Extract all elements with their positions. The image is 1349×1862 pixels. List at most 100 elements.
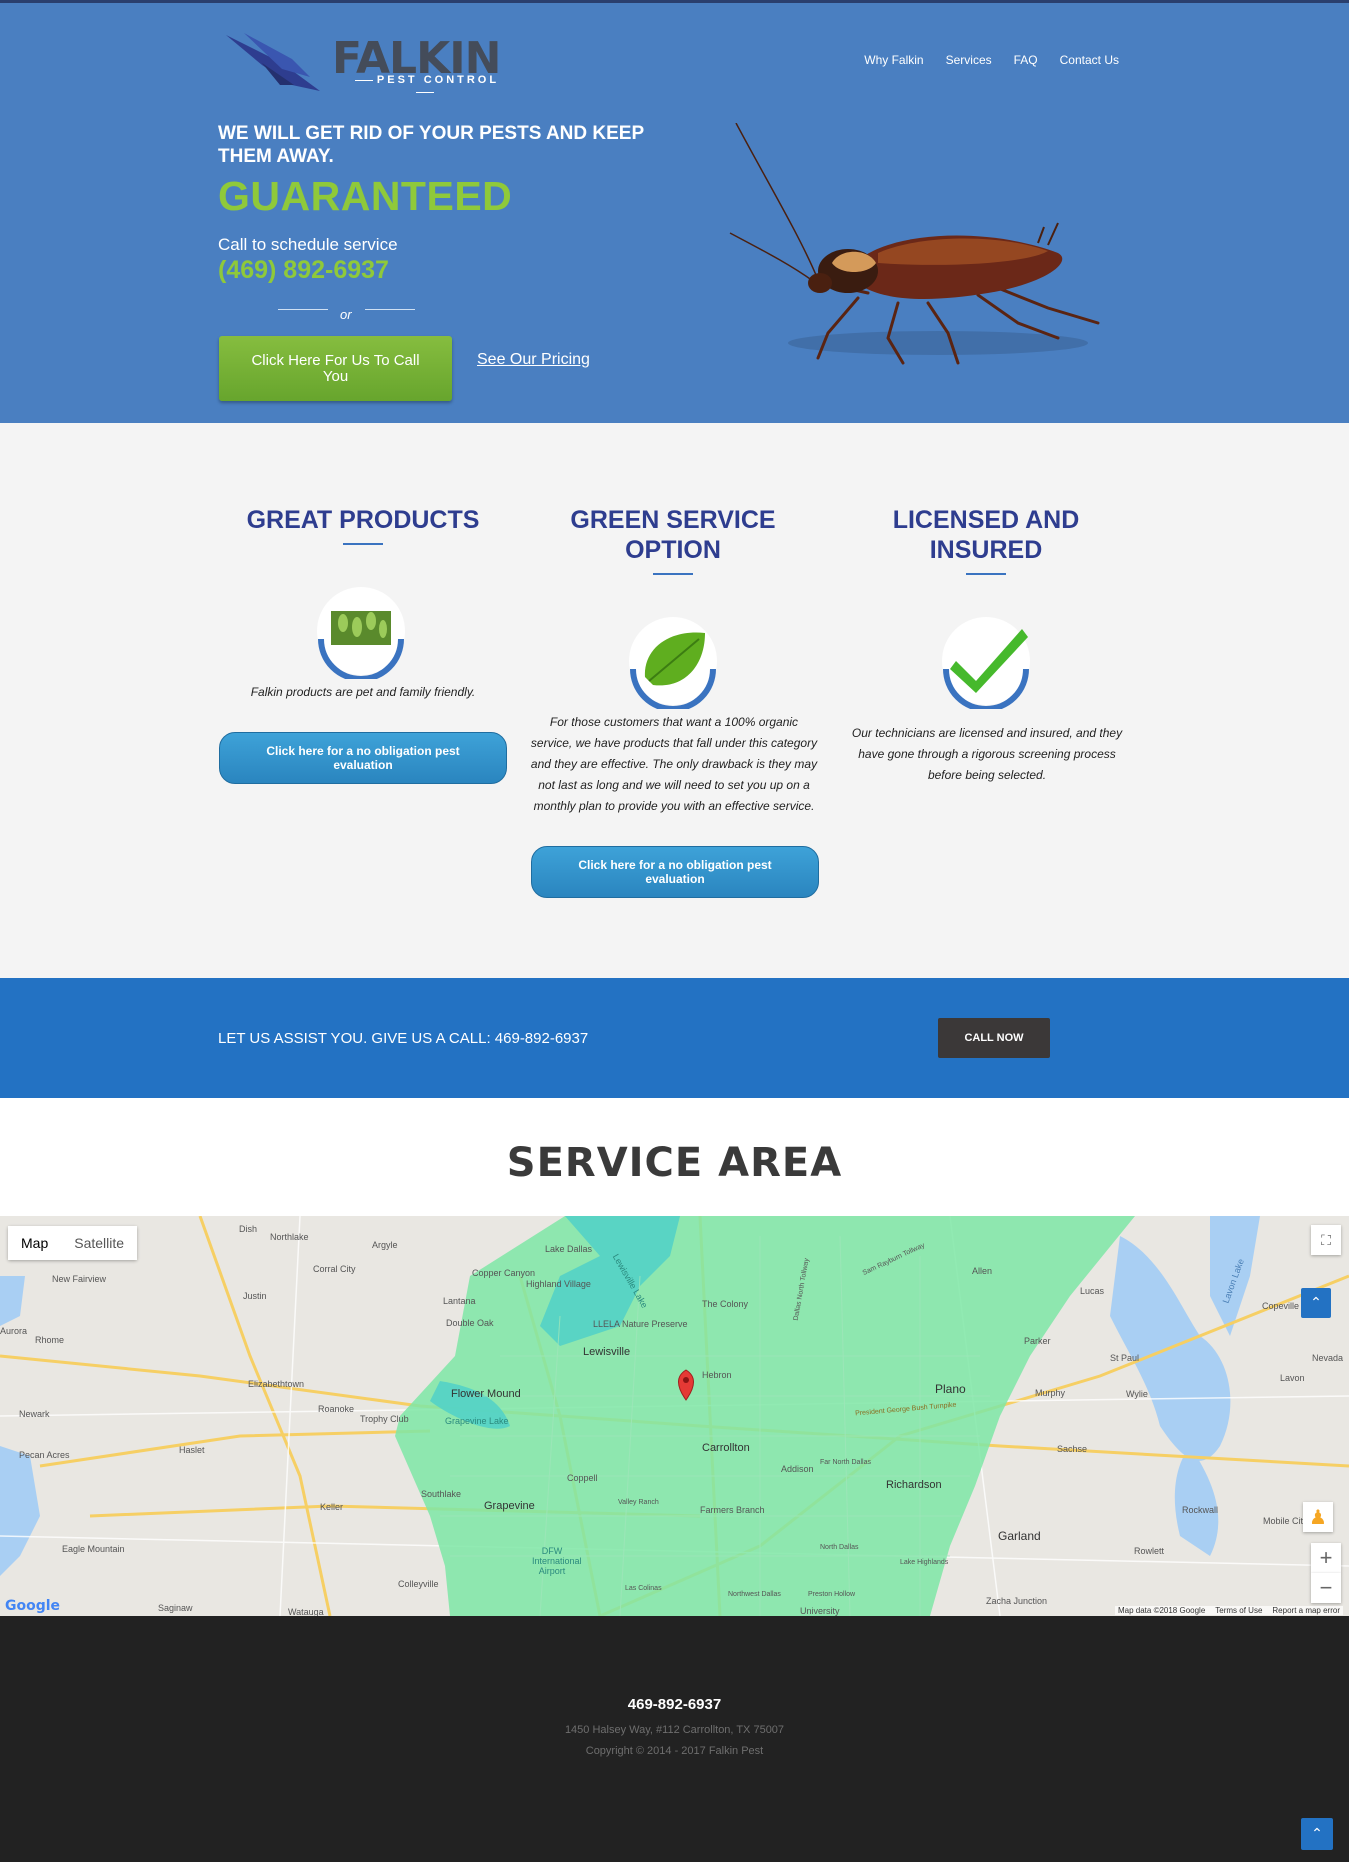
- map-place: Wylie: [1126, 1389, 1148, 1399]
- divider-right: [365, 309, 415, 310]
- map-place: Rowlett: [1134, 1546, 1165, 1556]
- cta-text: LET US ASSIST YOU. GIVE US A CALL: 469-8…: [218, 1030, 589, 1047]
- falkin-logo[interactable]: FALKIN PEST CONTROL: [222, 29, 502, 99]
- map-place: Copeville: [1262, 1301, 1300, 1311]
- map-place: Nevada: [1312, 1353, 1344, 1363]
- site-footer: 469-892-6937 1450 Halsey Way, #112 Carro…: [0, 1616, 1349, 1862]
- map-place: Addison: [781, 1464, 814, 1474]
- street-view-pegman-icon[interactable]: ♟: [1303, 1502, 1333, 1532]
- pest-evaluation-button[interactable]: Click here for a no obligation pest eval…: [219, 732, 507, 784]
- feature-description: For those customers that want a 100% org…: [530, 715, 818, 813]
- map-place: Carrollton: [702, 1442, 750, 1454]
- map-place: DFW International Airport: [532, 1546, 582, 1576]
- call-now-button[interactable]: CALL NOW: [938, 1018, 1050, 1058]
- map-place: Sachse: [1057, 1444, 1088, 1454]
- map-place: Mobile City: [1263, 1516, 1308, 1526]
- or-separator: or: [340, 307, 352, 322]
- map-place: Richardson: [886, 1479, 942, 1491]
- footer-phone[interactable]: 469-892-6937: [0, 1696, 1349, 1713]
- map-place: Lucas: [1080, 1286, 1105, 1296]
- map-place: Newark: [19, 1409, 50, 1419]
- map-place: Southlake: [421, 1489, 462, 1499]
- map-place: The Colony: [702, 1299, 749, 1309]
- map-place: Valley Ranch: [618, 1499, 659, 1506]
- map-place: Elizabethtown: [248, 1379, 305, 1389]
- feature-description: Our technicians are licensed and insured…: [851, 726, 1123, 782]
- hero-section: FALKIN PEST CONTROL Why Falkin Services …: [0, 0, 1349, 423]
- map-place: Rockwall: [1182, 1505, 1219, 1515]
- hero-headline: We will get rid of your pests and keep t…: [218, 123, 644, 167]
- map-place: Haslet: [179, 1445, 205, 1455]
- map-place: LLELA Nature Preserve: [593, 1319, 688, 1329]
- map-place: Aurora: [0, 1326, 28, 1336]
- map-place: Eagle Mountain: [62, 1544, 125, 1554]
- map-place: Lake Highlands: [900, 1559, 949, 1566]
- call-me-button[interactable]: Click Here For Us To Call You: [219, 336, 452, 401]
- map-place: Northlake: [270, 1232, 309, 1242]
- nav-faq[interactable]: FAQ: [1014, 53, 1038, 67]
- map-place: Lake Dallas: [545, 1244, 593, 1254]
- map-place: Copper Canyon: [472, 1268, 536, 1278]
- title-divider: [966, 573, 1006, 575]
- map-attribution: Map data ©2018 Google Terms of Use Repor…: [1114, 1606, 1343, 1615]
- nav-why-falkin[interactable]: Why Falkin: [864, 53, 923, 67]
- terms-link[interactable]: Terms of Use: [1215, 1606, 1262, 1615]
- guaranteed-heading: GUARANTEED: [218, 173, 513, 219]
- map-place: Rhome: [35, 1335, 65, 1345]
- map-place: Trophy Club: [360, 1414, 409, 1424]
- map-place: Far North Dallas: [820, 1459, 871, 1466]
- map-place: Murphy: [1035, 1388, 1066, 1398]
- service-area-map[interactable]: Dish Northlake Argyle Corral City New Fa…: [0, 1216, 1349, 1616]
- feature-great-products: Great Products: [218, 505, 508, 545]
- map-place: Lantana: [443, 1296, 476, 1306]
- features-section: Great Products Falkin products are pet a…: [0, 423, 1349, 978]
- pricing-link[interactable]: See Our Pricing: [477, 351, 590, 369]
- map-place: Parker: [1024, 1336, 1051, 1346]
- map-place: Flower Mound: [451, 1388, 521, 1400]
- map-place: Hebron: [702, 1370, 732, 1380]
- map-place: Corral City: [313, 1264, 356, 1274]
- back-to-top-icon[interactable]: ⌃: [1301, 1818, 1333, 1850]
- map-place: Saginaw: [158, 1603, 193, 1613]
- map-place: Northwest Dallas: [728, 1591, 781, 1598]
- map-place: Watauga: [288, 1607, 324, 1616]
- map-place: Argyle: [372, 1240, 398, 1250]
- google-logo-text: Google: [5, 1598, 61, 1614]
- footer-copyright: Copyright © 2014 - 2017 Falkin Pest: [585, 1745, 764, 1757]
- map-place: Farmers Branch: [700, 1505, 765, 1515]
- report-error-link[interactable]: Report a map error: [1272, 1606, 1340, 1615]
- fullscreen-icon[interactable]: ⛶: [1311, 1225, 1341, 1255]
- pest-evaluation-button[interactable]: Click here for a no obligation pest eval…: [531, 846, 819, 898]
- call-to-action-band: LET US ASSIST YOU. GIVE US A CALL: 469-8…: [0, 978, 1349, 1098]
- feature-title: Licensed and Insured: [892, 506, 1080, 564]
- cockroach-icon: [729, 123, 1100, 365]
- feature-green-service: Green Service Option: [528, 505, 818, 575]
- leaves-icon: [317, 587, 405, 679]
- map-place: Grapevine: [484, 1500, 535, 1512]
- feature-description: Falkin products are pet and family frien…: [250, 685, 476, 699]
- map-place: Double Oak: [446, 1318, 494, 1328]
- nav-contact-us[interactable]: Contact Us: [1060, 53, 1119, 67]
- nav-services[interactable]: Services: [946, 53, 992, 67]
- zoom-in-button[interactable]: +: [1311, 1543, 1341, 1573]
- map-place: Allen: [972, 1266, 993, 1276]
- scroll-up-icon[interactable]: ⌃: [1301, 1288, 1331, 1318]
- map-place: North Dallas: [820, 1544, 859, 1551]
- feature-licensed: Licensed and Insured: [841, 505, 1131, 575]
- map-place: Roanoke: [318, 1404, 355, 1414]
- map-place: Lavon: [1280, 1373, 1305, 1383]
- map-place: Grapevine Lake: [445, 1416, 509, 1426]
- map-place: Pecan Acres: [19, 1450, 70, 1460]
- map-place: Las Colinas: [625, 1585, 662, 1592]
- map-view-button[interactable]: Map: [8, 1226, 62, 1260]
- logo-tagline: PEST CONTROL: [340, 74, 510, 98]
- hero-phone[interactable]: (469) 892-6937: [218, 256, 389, 285]
- map-type-toggle: Map Satellite: [8, 1226, 138, 1260]
- map-place: Lewisville: [583, 1346, 631, 1358]
- map-place: Highland Village: [526, 1279, 591, 1289]
- map-place: Justin: [243, 1291, 267, 1301]
- satellite-view-button[interactable]: Satellite: [61, 1226, 138, 1260]
- zoom-out-button[interactable]: −: [1311, 1573, 1341, 1603]
- leaf-icon: [629, 617, 717, 709]
- title-divider: [653, 573, 693, 575]
